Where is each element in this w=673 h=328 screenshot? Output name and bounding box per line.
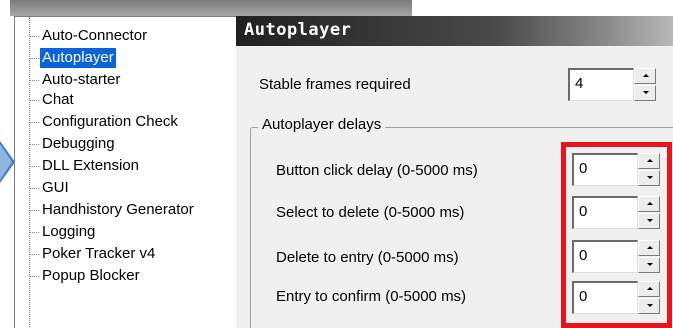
delays-highlight-box (561, 142, 672, 328)
tree-item-label: Popup Blocker (42, 267, 140, 284)
tree-item-label: Autoplayer (40, 48, 116, 68)
entry-to-confirm-label: Entry to confirm (0-5000 ms) (276, 288, 467, 305)
tree-connector (29, 58, 39, 59)
tree-item-label: Handhistory Generator (42, 201, 194, 218)
tree-item-label: Poker Tracker v4 (42, 245, 156, 262)
settings-tree[interactable]: Auto-Connector Autoplayer Auto-starter C… (14, 16, 236, 328)
tree-item-label: Debugging (42, 135, 115, 152)
tree-connector (29, 188, 39, 189)
select-to-delete-label: Select to delete (0-5000 ms) (276, 204, 465, 221)
tree-item-label: Configuration Check (42, 113, 178, 130)
tree-connector (29, 80, 39, 81)
stable-frames-spinner: 4 (568, 68, 658, 101)
stable-frames-input[interactable]: 4 (568, 68, 634, 101)
tree-connector (29, 36, 39, 37)
tree-connector (29, 254, 39, 255)
down-triangle (643, 91, 649, 94)
spin-up-arrow-icon[interactable] (634, 68, 656, 84)
tree-connector (29, 276, 39, 277)
stable-frames-label: Stable frames required (259, 76, 411, 93)
panel-title: Autoplayer (244, 20, 352, 40)
settings-window: Auto-Connector Autoplayer Auto-starter C… (0, 0, 673, 328)
tree-connector (29, 122, 39, 123)
panel-header: Autoplayer (236, 16, 673, 46)
top-band-cut (412, 0, 673, 16)
pointer-arrow-icon-inner (0, 144, 12, 180)
autoplayer-delays-title: Autoplayer delays (258, 116, 386, 133)
tree-connector (29, 100, 39, 101)
tree-item-label: Auto-starter (42, 71, 121, 88)
tree-item-label: Logging (42, 223, 96, 240)
tree-connector (29, 166, 39, 167)
tree-connector (29, 210, 39, 211)
tree-item-label: DLL Extension (42, 157, 140, 174)
tree-connector (29, 144, 39, 145)
spinner-buttons (634, 68, 656, 101)
tree-guide-line (29, 17, 30, 328)
up-triangle (643, 74, 649, 77)
tree-item-label: GUI (42, 179, 69, 196)
top-band-gap (0, 0, 10, 16)
spin-down-arrow-icon[interactable] (634, 85, 656, 101)
tree-item-label: Auto-Connector (42, 27, 148, 44)
tree-connector (29, 232, 39, 233)
tree-item-label: Chat (42, 91, 74, 108)
button-click-delay-label: Button click delay (0-5000 ms) (276, 162, 478, 179)
delete-to-entry-label: Delete to entry (0-5000 ms) (276, 249, 459, 266)
